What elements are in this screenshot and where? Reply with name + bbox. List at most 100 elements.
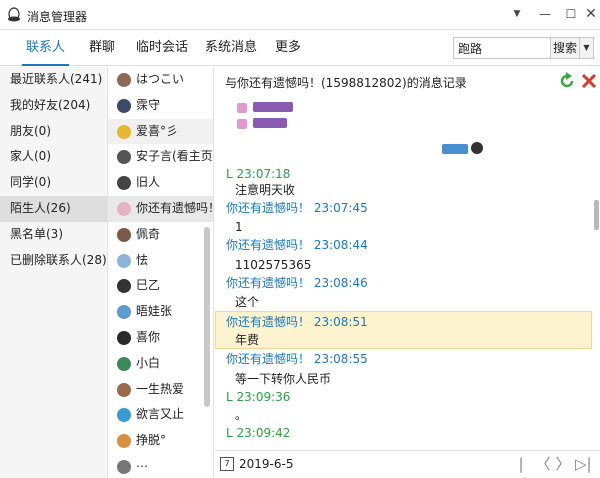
tab-groups[interactable]: 群聊 [89, 30, 115, 66]
message-meta: 你还有遗憾吗！ 23:08:55 [226, 351, 368, 367]
contacts-scrollbar[interactable] [204, 227, 210, 407]
first-page-icon[interactable]: |◁ [513, 455, 529, 478]
minimize-button[interactable]: — [534, 4, 556, 24]
chat-history: L 23:07:18 注意明天收 你还有遗憾吗！ 23:07:45 1 你还有遗… [215, 95, 600, 450]
close-button[interactable]: ✕ [580, 4, 600, 24]
search-input[interactable] [453, 37, 551, 59]
contact-name: 佩奇 [136, 226, 161, 241]
message-meta: 你还有遗憾吗！ 23:08:46 [226, 275, 368, 291]
message-text: 。 [235, 408, 248, 422]
avatar [117, 201, 131, 216]
app-logo-icon [8, 7, 20, 22]
message-time: 23:08:51 [313, 315, 368, 329]
contact-item[interactable]: はつこい [108, 67, 213, 93]
contact-item[interactable]: 挣脱° [108, 428, 213, 454]
chat-title: 与你还有遗憾吗！(1598812802)的消息记录 [225, 76, 467, 90]
group-family[interactable]: 家人(0) [0, 144, 107, 170]
group-deleted[interactable]: 已删除联系人(28) [0, 248, 107, 274]
contact-item[interactable]: 佩奇 [108, 222, 213, 248]
title-bar: 消息管理器 ▼ — ☐ ✕ [0, 0, 600, 30]
contact-item[interactable]: ⋯ [108, 454, 213, 478]
avatar [117, 459, 131, 474]
message-meta: 你还有遗憾吗！ 23:07:45 [226, 200, 368, 216]
menu-dropdown-icon[interactable]: ▼ [506, 4, 528, 24]
emoji-icon [237, 119, 247, 129]
message-time: 23:07:45 [313, 201, 368, 215]
sender-name: L [226, 390, 233, 404]
contact-item[interactable]: 爱喜°彡 [108, 118, 213, 145]
group-list: 最近联系人(241) 我的好友(204) 朋友(0) 家人(0) 同学(0) 陌… [0, 67, 108, 478]
contact-item[interactable]: 小白 [108, 351, 213, 377]
avatar [117, 124, 131, 139]
avatar [117, 253, 131, 268]
message-text: 年费 [235, 333, 260, 347]
avatar [117, 150, 131, 165]
message-meta: L 23:09:42 [226, 425, 290, 441]
search-button[interactable]: 搜索 [550, 37, 580, 59]
message-text: 等一下转你人民币 [235, 372, 332, 386]
group-classmates[interactable]: 同学(0) [0, 170, 107, 196]
sticker-image [253, 118, 287, 128]
contact-item[interactable]: 晤娃张 [108, 299, 213, 325]
maximize-button[interactable]: ☐ [560, 4, 582, 24]
history-scrollbar[interactable] [594, 200, 599, 230]
contact-item[interactable]: 一生热爱 [108, 377, 213, 403]
contact-item[interactable]: 安子言(看主页... [108, 144, 213, 170]
contact-name: 旧人 [136, 175, 161, 190]
message-text: 1102575365 [235, 258, 312, 272]
avatar [471, 142, 483, 154]
avatar [117, 305, 131, 320]
chat-header: 与你还有遗憾吗！(1598812802)的消息记录 [215, 67, 600, 95]
contact-name: 挣脱° [136, 433, 167, 448]
sender-name: L [226, 426, 233, 440]
contact-item[interactable]: 你还有遗憾吗！ [108, 195, 213, 222]
avatar [117, 408, 131, 423]
message-time: 23:08:55 [313, 352, 368, 366]
refresh-icon[interactable] [558, 72, 576, 90]
next-page-icon[interactable]: 〉 [555, 455, 571, 473]
prev-page-icon[interactable]: 〈 [535, 455, 551, 473]
avatar [117, 227, 131, 242]
contact-list: はつこい 霂守 爱喜°彡 安子言(看主页... 旧人 你还有遗憾吗！ 佩奇 怯 … [108, 67, 214, 478]
contact-name: 安子言(看主页... [136, 149, 213, 164]
contact-item[interactable]: 旧人 [108, 170, 213, 196]
contact-item[interactable]: 霂守 [108, 93, 213, 119]
contact-name: 你还有遗憾吗！ [136, 200, 213, 215]
group-blacklist[interactable]: 黑名单(3) [0, 222, 107, 248]
contact-item[interactable]: 巳乙 [108, 273, 213, 299]
contact-item[interactable]: 怯 [108, 248, 213, 274]
message-meta: L 23:09:36 [226, 389, 290, 405]
image-message[interactable] [227, 95, 491, 161]
last-page-icon[interactable]: ▷| [575, 455, 592, 473]
group-my-friends[interactable]: 我的好友(204) [0, 93, 107, 119]
sender-name: 你还有遗憾吗！ [226, 238, 311, 252]
sticker-image [442, 144, 468, 154]
search-dropdown-icon[interactable]: ▼ [580, 37, 594, 59]
avatar [117, 98, 131, 113]
contact-name: 巳乙 [136, 278, 161, 293]
message-time: 23:09:42 [236, 426, 291, 440]
avatar [117, 382, 131, 397]
calendar-icon[interactable]: 7 [220, 457, 234, 471]
sender-name: 你还有遗憾吗！ [226, 201, 311, 215]
tab-more[interactable]: 更多 [275, 30, 301, 66]
current-date[interactable]: 2019-6-5 [239, 457, 293, 471]
contact-item[interactable]: 欲言又止 [108, 402, 213, 428]
tab-temp-chat[interactable]: 临时会话 [136, 30, 188, 66]
contact-item[interactable]: 喜你 [108, 325, 213, 351]
group-strangers[interactable]: 陌生人(26) [0, 195, 107, 222]
avatar [117, 434, 131, 449]
contact-name: 一生热爱 [136, 381, 185, 396]
tab-contacts[interactable]: 联系人 [21, 30, 70, 66]
delete-icon[interactable] [580, 72, 598, 90]
avatar [117, 73, 131, 87]
group-recent[interactable]: 最近联系人(241) [0, 67, 107, 93]
tab-system-messages[interactable]: 系统消息 [205, 30, 257, 66]
group-friends[interactable]: 朋友(0) [0, 119, 107, 145]
message-meta: L 23:07:18 [226, 166, 290, 182]
message-text: 1 [235, 220, 243, 234]
contact-name: 怯 [136, 252, 149, 267]
avatar [117, 356, 131, 371]
contact-name: はつこい [136, 72, 185, 86]
message-text: 这个 [235, 295, 260, 309]
